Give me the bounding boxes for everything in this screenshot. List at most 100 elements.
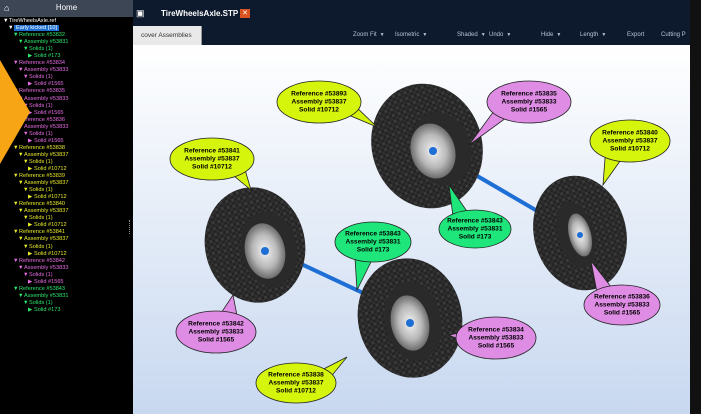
tree-node-label: Solids (1) — [29, 271, 53, 278]
tree-node-label: Solid #1565 — [34, 137, 64, 144]
callout-balloon-pink[interactable]: Reference #53836Assembly #53833Solid #15… — [583, 260, 661, 326]
toolbar-item-label: Shaded — [457, 32, 478, 38]
tree-node[interactable]: ▼Solids (1) — [0, 300, 133, 307]
window-edge — [690, 0, 701, 414]
viewer-toolbar: Zoom Fit ▼ Isometric ▼ Shaded ▼ Undo ▼ Hide ▼ Leng… — [133, 26, 701, 45]
tree-node-label: Solid #10712 — [34, 250, 67, 257]
callout-line: Solid #10712 — [192, 164, 232, 171]
toolbar-item-label: Length — [580, 32, 599, 38]
tree-node[interactable]: ▼Solids (1) — [0, 187, 133, 194]
tree-node[interactable]: ▼TireWheelsAxle.ref — [0, 18, 133, 25]
dropdown-caret-icon: ▼ — [379, 32, 385, 38]
callout-line: Reference #53840 — [602, 130, 658, 137]
callout-line: Solid #10712 — [299, 107, 339, 114]
callout-line: Assembly #53831 — [346, 239, 401, 246]
toolbar-length-button[interactable]: Length ▼ — [580, 32, 606, 38]
callout-balloon-yellow[interactable]: Reference #53893Assembly #53837Solid #10… — [276, 80, 378, 128]
tree-node-label: Reference #53840 — [19, 201, 66, 208]
tree-node-label: Solid #173 — [34, 306, 61, 313]
tree-node-label: Solid #173 — [34, 53, 61, 60]
tree-node[interactable]: ▼Assembly #53837 — [0, 180, 133, 187]
toolbar-cutting-p-button[interactable]: Cutting P — [661, 32, 686, 38]
callout-line: Reference #53843 — [345, 231, 401, 238]
callout-line: Assembly #53831 — [448, 226, 503, 233]
tree-node[interactable]: ▼Assembly #53831 — [0, 293, 133, 300]
tree-node-label: Solid #1565 — [34, 109, 64, 116]
toolbar-undo-button[interactable]: Undo ▼ — [489, 32, 511, 38]
callout-balloon-green[interactable]: Reference #53843Assembly #53831Solid #17… — [438, 184, 512, 249]
tree-node[interactable]: ▼Solids (1) — [0, 215, 133, 222]
tree-node-label: Reference #53843 — [19, 285, 66, 292]
wheel-front-left[interactable] — [194, 178, 316, 312]
tree-node[interactable]: ▼Solids (1) — [0, 244, 133, 251]
tree-node-label: Early kicked [10] — [14, 25, 60, 32]
callout-line: Solid #1565 — [511, 107, 548, 114]
tree-node[interactable]: ▼Solids (1) — [0, 272, 133, 279]
callout-line: Assembly #53833 — [189, 329, 244, 336]
toolbar-item-label: Isometric — [395, 32, 420, 38]
tree-node[interactable]: ▼Assembly #53837 — [0, 208, 133, 215]
tree-node[interactable]: ▼Assembly #53833 — [0, 265, 133, 272]
callout-balloon-yellow[interactable]: Reference #53840Assembly #53837Solid #10… — [589, 119, 671, 187]
toolbar-hide-button[interactable]: Hide ▼ — [541, 32, 561, 38]
tree-node-label: Reference #53842 — [19, 257, 66, 264]
tree-node[interactable]: ▼Reference #53832 — [0, 32, 133, 39]
callout-line: Solid #1565 — [198, 337, 235, 344]
callout-line: Assembly #53837 — [185, 156, 240, 163]
tree-node[interactable]: ▼Assembly #53837 — [0, 236, 133, 243]
tree-node[interactable]: ▶ Solid #10712 — [0, 251, 133, 258]
toolbar-item-label: Cutting P — [661, 32, 686, 38]
tree-node-label: Solid #10712 — [34, 165, 67, 172]
home-label[interactable]: Home — [0, 3, 133, 12]
tree-node-label: Solid #10712 — [34, 222, 67, 229]
tree-node-label: Solid #10712 — [34, 194, 67, 201]
callout-line: Reference #53841 — [184, 148, 240, 155]
wheel-back-left[interactable] — [355, 69, 499, 223]
dropdown-caret-icon: ▼ — [601, 32, 607, 38]
tree-node-label: Assembly #53833 — [24, 123, 69, 130]
tree-node[interactable]: ▼ Early kicked [10] — [0, 25, 133, 32]
tree-node-label: Assembly #53833 — [24, 95, 69, 102]
tree-node-label: Reference #53832 — [19, 32, 66, 39]
callout-balloon-pink[interactable]: Reference #53842Assembly #53833Solid #15… — [175, 293, 257, 354]
tree-node[interactable]: ▼Reference #53841 — [0, 229, 133, 236]
callout-line: Solid #10712 — [276, 388, 316, 395]
tree-node-label: Assembly #53837 — [24, 180, 69, 187]
close-icon[interactable]: ✕ — [240, 9, 250, 18]
tree-node-label: Solids (1) — [29, 74, 53, 81]
callout-line: Reference #53893 — [291, 91, 347, 98]
tree-node[interactable]: ▼Reference #53843 — [0, 286, 133, 293]
tree-node[interactable]: ▶ Solid #10712 — [0, 222, 133, 229]
callout-line: Reference #53838 — [268, 372, 324, 379]
tree-node[interactable]: ▼Reference #53842 — [0, 258, 133, 265]
tree-node-label: Solids (1) — [29, 46, 53, 53]
callout-balloon-pink[interactable]: Reference #53835Assembly #53833Solid #15… — [468, 80, 572, 146]
tree-node[interactable]: ▼Solids (1) — [0, 46, 133, 53]
tree-node-label: Assembly #53837 — [24, 236, 69, 243]
tree-node[interactable]: ▶ Solid #10712 — [0, 194, 133, 201]
dropdown-caret-icon: ▼ — [480, 32, 486, 38]
tree-node[interactable]: ▼Assembly #53831 — [0, 39, 133, 46]
tree-node-label: Assembly #53833 — [24, 264, 69, 271]
home-bar[interactable]: ⌂ Home — [0, 0, 133, 17]
toolbar-shaded-button[interactable]: Shaded ▼ — [457, 32, 486, 38]
tree-node-label: Solids (1) — [29, 102, 53, 109]
model-icon[interactable]: ▣ — [136, 8, 146, 18]
discover-assemblies-button[interactable]: cover Assemblies — [133, 26, 202, 45]
tree-node-label: Solids (1) — [29, 299, 53, 306]
tree-node[interactable]: ▶ Solid #1565 — [0, 279, 133, 286]
toolbar-isometric-button[interactable]: Isometric ▼ — [395, 32, 427, 38]
toolbar-zoom-fit-button[interactable]: Zoom Fit ▼ — [353, 32, 385, 38]
wheel-back-right[interactable] — [521, 165, 640, 301]
callout-balloon-yellow[interactable]: Reference #53838Assembly #53837Solid #10… — [255, 356, 348, 404]
callout-line: Reference #53834 — [468, 327, 524, 334]
tree-node[interactable]: ▼Reference #53840 — [0, 201, 133, 208]
callout-balloon-yellow[interactable]: Reference #53841Assembly #53837Solid #10… — [169, 137, 255, 192]
callout-line: Reference #53843 — [447, 218, 503, 225]
tire-wheels-axle-model[interactable]: Reference #53893Assembly #53837Solid #10… — [133, 45, 690, 414]
tree-node[interactable]: ▶ Solid #173 — [0, 307, 133, 314]
document-tab-title[interactable]: TireWheelsAxle.STP — [161, 9, 238, 18]
toolbar-item-label: Undo — [489, 32, 504, 38]
toolbar-item-label: Export — [627, 32, 645, 38]
toolbar-export-button[interactable]: Export — [627, 32, 644, 38]
